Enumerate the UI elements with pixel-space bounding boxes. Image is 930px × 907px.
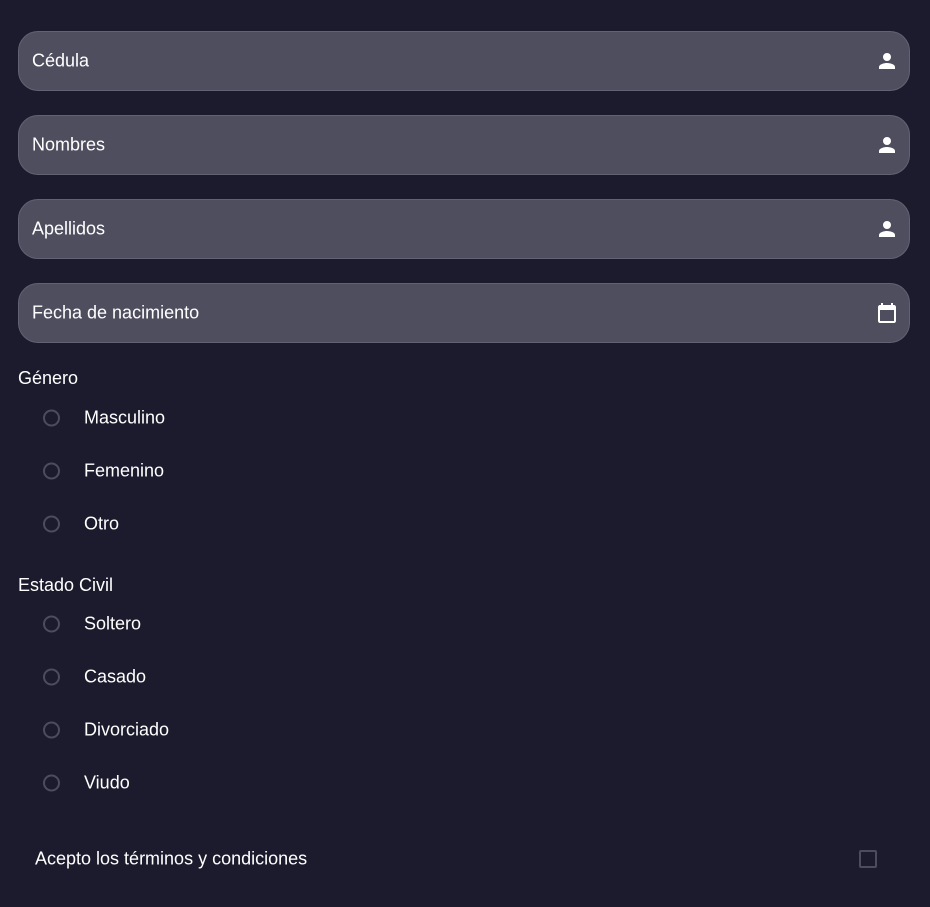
radio-soltero[interactable]: Soltero (30, 601, 330, 647)
radio-button[interactable] (43, 462, 60, 480)
terms-checkbox[interactable] (859, 850, 877, 868)
radio-femenino[interactable]: Femenino (30, 448, 330, 494)
apellidos-field[interactable]: Apellidos (18, 199, 910, 259)
person-icon (879, 221, 895, 237)
fecha-nacimiento-field[interactable]: Fecha de nacimiento (18, 283, 910, 343)
cedula-label: Cédula (32, 50, 90, 71)
radio-label-viudo: Viudo (84, 772, 130, 793)
radio-masculino[interactable]: Masculino (30, 395, 330, 441)
radio-viudo[interactable]: Viudo (30, 760, 330, 806)
radio-label-casado: Casado (84, 666, 147, 687)
cedula-field[interactable]: Cédula (18, 31, 910, 91)
radio-button[interactable] (43, 515, 60, 533)
radio-label-otro: Otro (84, 513, 120, 534)
radio-divorciado[interactable]: Divorciado (30, 707, 330, 753)
terms-row[interactable]: Acepto los términos y condiciones (18, 832, 910, 886)
genero-title: Género (18, 368, 79, 388)
radio-label-masculino: Masculino (84, 407, 166, 428)
radio-button[interactable] (43, 615, 60, 633)
radio-otro[interactable]: Otro (30, 501, 330, 547)
person-icon (879, 137, 895, 153)
estado-civil-title: Estado Civil (18, 575, 114, 595)
nombres-field[interactable]: Nombres (18, 115, 910, 175)
fecha-nacimiento-label: Fecha de nacimiento (32, 302, 200, 323)
calendar-icon[interactable] (875, 301, 899, 325)
apellidos-label: Apellidos (32, 218, 106, 239)
nombres-label: Nombres (32, 134, 106, 155)
radio-button[interactable] (43, 721, 60, 739)
person-icon (879, 53, 895, 69)
radio-label-divorciado: Divorciado (84, 719, 170, 740)
radio-label-soltero: Soltero (84, 613, 142, 634)
terms-label: Acepto los términos y condiciones (35, 848, 308, 869)
radio-casado[interactable]: Casado (30, 654, 330, 700)
radio-button[interactable] (43, 668, 60, 686)
radio-button[interactable] (43, 774, 60, 792)
radio-label-femenino: Femenino (84, 460, 165, 481)
radio-button[interactable] (43, 409, 60, 427)
